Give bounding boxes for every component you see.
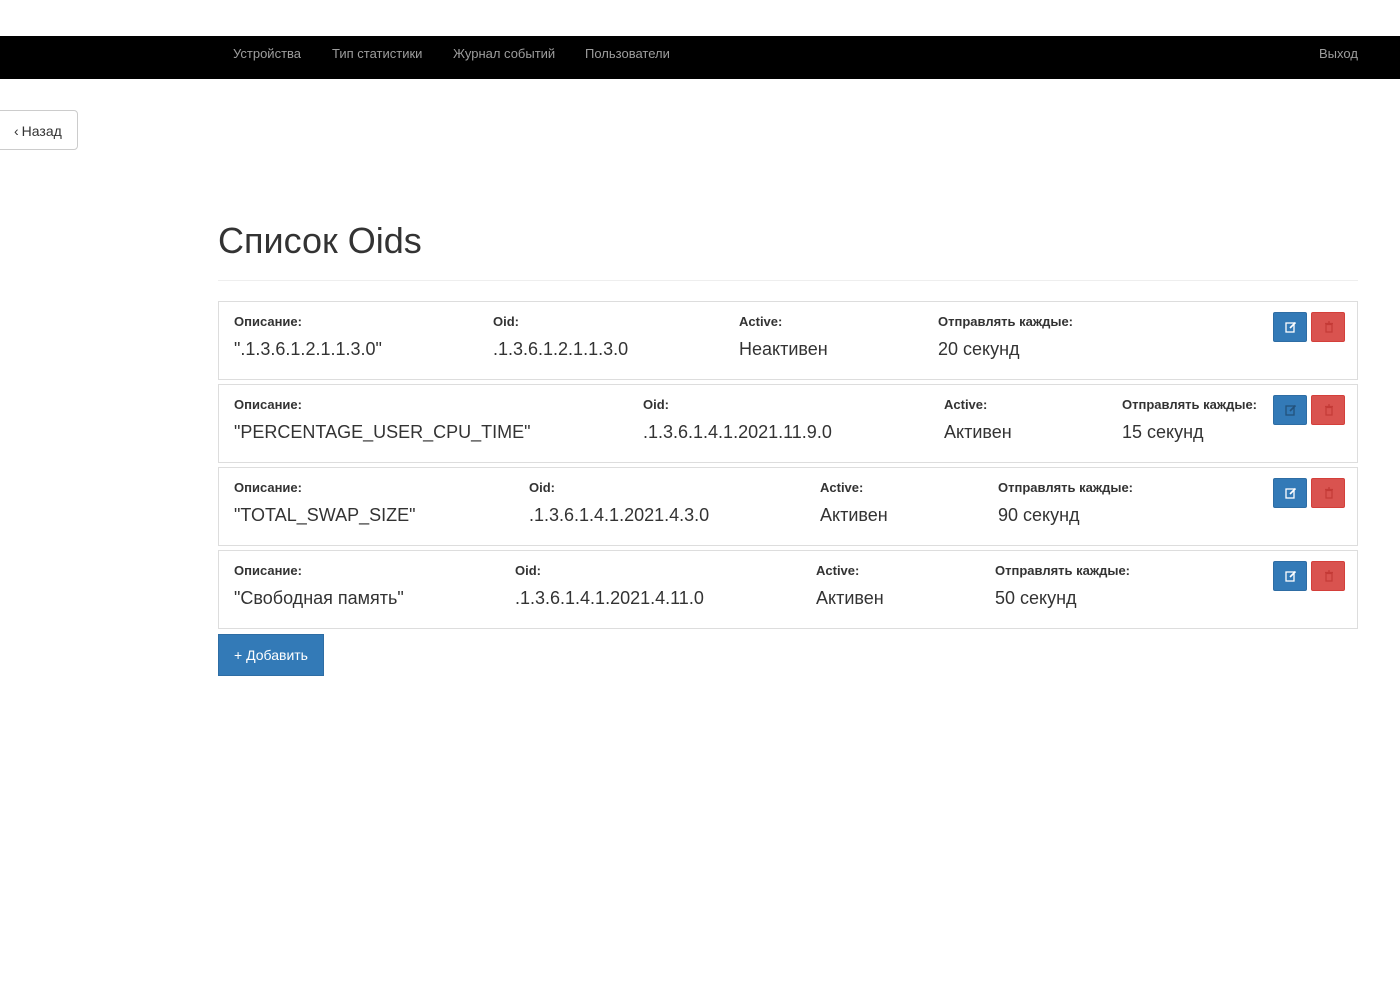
active-value: Активен — [944, 422, 1012, 442]
description-label: Описание: — [234, 314, 302, 329]
oid-row: Описание: "TOTAL_SWAP_SIZE" Oid: .1.3.6.… — [218, 467, 1358, 546]
oid-label: Oid: — [529, 480, 555, 495]
oid-value: .1.3.6.1.4.1.2021.4.3.0 — [529, 505, 710, 525]
delete-button[interactable] — [1311, 478, 1345, 508]
back-button[interactable]: ‹ Назад — [0, 110, 78, 150]
edit-button[interactable] — [1273, 478, 1307, 508]
send-every-value: 15 секунд — [1122, 422, 1204, 442]
active-label: Active: — [820, 480, 864, 495]
description-value: ".1.3.6.1.2.1.1.3.0" — [234, 339, 382, 359]
send-every-value: 90 секунд — [998, 505, 1080, 525]
delete-button[interactable] — [1311, 312, 1345, 342]
edit-button[interactable] — [1273, 312, 1307, 342]
active-value: Неактивен — [739, 339, 828, 359]
oid-label: Oid: — [515, 563, 541, 578]
oid-label: Oid: — [493, 314, 519, 329]
add-button[interactable]: + Добавить — [218, 634, 324, 676]
description-label: Описание: — [234, 480, 302, 495]
send-every-label: Отправлять каждые: — [995, 563, 1131, 578]
delete-button[interactable] — [1311, 395, 1345, 425]
page-title: Список Oids — [218, 220, 422, 261]
send-every-label: Отправлять каждые: — [998, 480, 1134, 495]
edit-icon — [1285, 321, 1297, 333]
edit-button[interactable] — [1273, 561, 1307, 591]
nav-item-users[interactable]: Пользователи — [585, 36, 670, 79]
description-label: Описание: — [234, 397, 302, 412]
edit-icon — [1285, 404, 1297, 416]
oid-value: .1.3.6.1.2.1.1.3.0 — [493, 339, 629, 359]
active-label: Active: — [944, 397, 988, 412]
oid-row: Описание: "PERCENTAGE_USER_CPU_TIME" Oid… — [218, 384, 1358, 463]
send-every-value: 50 секунд — [995, 588, 1077, 608]
send-every-value: 20 секунд — [938, 339, 1020, 359]
oid-row: Описание: ".1.3.6.1.2.1.1.3.0" Oid: .1.3… — [218, 301, 1358, 380]
edit-icon — [1285, 487, 1297, 499]
edit-button[interactable] — [1273, 395, 1307, 425]
send-every-label: Отправлять каждые: — [1122, 397, 1258, 412]
active-value: Активен — [820, 505, 888, 525]
description-value: "Свободная память" — [234, 588, 404, 608]
logout-link[interactable]: Выход — [1319, 36, 1358, 79]
active-value: Активен — [816, 588, 884, 608]
delete-button[interactable] — [1311, 561, 1345, 591]
nav-item-stat-types[interactable]: Тип статистики — [332, 36, 422, 79]
back-button-label: Назад — [21, 123, 62, 139]
description-value: "PERCENTAGE_USER_CPU_TIME" — [234, 422, 531, 442]
trash-icon — [1325, 404, 1333, 416]
trash-icon — [1325, 570, 1333, 582]
edit-icon — [1285, 570, 1297, 582]
nav-item-devices[interactable]: Устройства — [233, 36, 301, 79]
trash-icon — [1325, 321, 1333, 333]
top-navbar: Устройства Тип статистики Журнал событий… — [0, 36, 1400, 79]
title-divider — [218, 280, 1358, 281]
oid-row: Описание: "Свободная память" Oid: .1.3.6… — [218, 550, 1358, 629]
oid-label: Oid: — [643, 397, 669, 412]
description-value: "TOTAL_SWAP_SIZE" — [234, 505, 416, 525]
chevron-left-icon: ‹ — [14, 123, 19, 139]
oid-value: .1.3.6.1.4.1.2021.11.9.0 — [643, 422, 832, 442]
oid-value: .1.3.6.1.4.1.2021.4.11.0 — [515, 588, 704, 608]
nav-item-event-log[interactable]: Журнал событий — [453, 36, 555, 79]
send-every-label: Отправлять каждые: — [938, 314, 1074, 329]
trash-icon — [1325, 487, 1333, 499]
active-label: Active: — [739, 314, 783, 329]
active-label: Active: — [816, 563, 860, 578]
description-label: Описание: — [234, 563, 302, 578]
